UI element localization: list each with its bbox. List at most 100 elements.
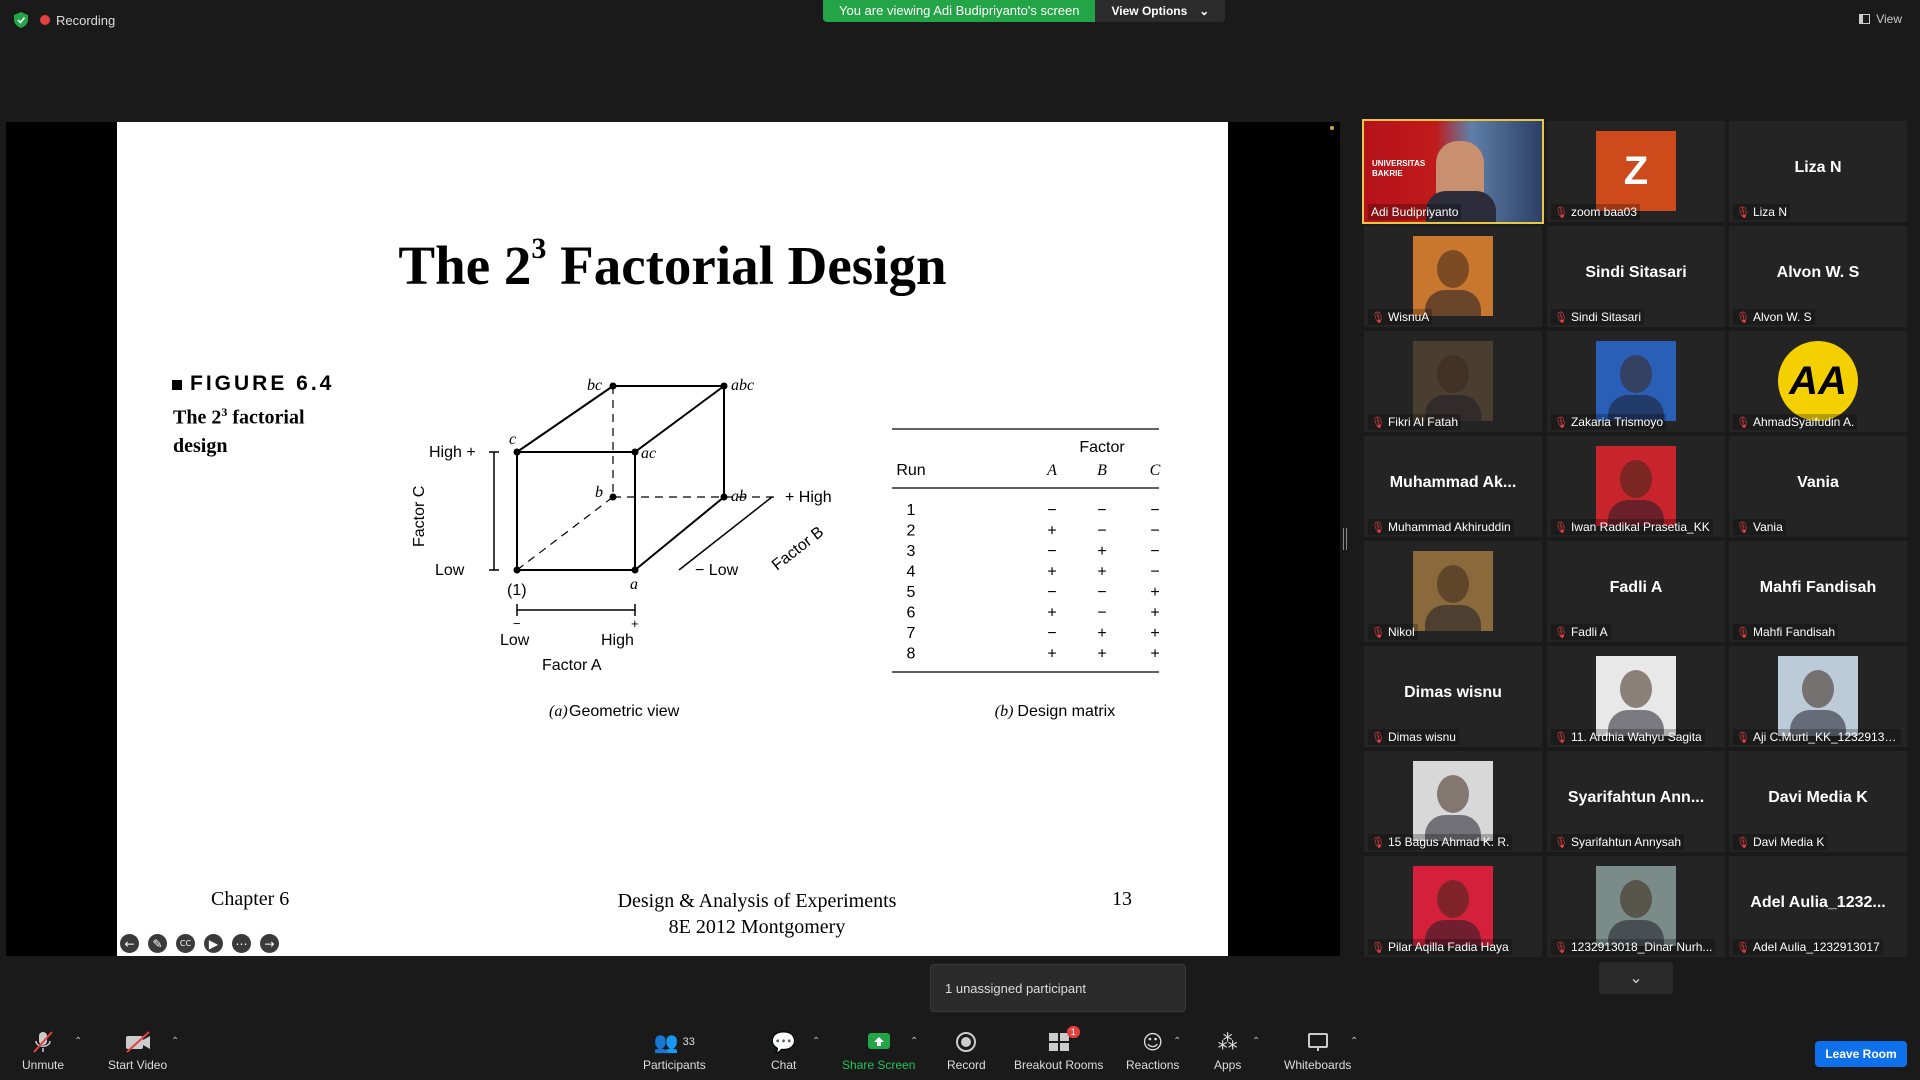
participant-tile[interactable]: Adel Aulia_1232... 🎙 Adel Aulia_1232913017 [1729,856,1907,957]
participant-tile[interactable]: Muhammad Ak... 🎙 Muhammad Akhiruddin [1364,436,1542,537]
whiteboards-options-caret[interactable]: ⌃ [1350,1036,1358,1047]
participant-tile[interactable]: Z 🎙 zoom baa03 [1547,121,1725,222]
whiteboards-button[interactable]: Whiteboards [1284,1030,1351,1072]
participant-tile[interactable]: Syarifahtun Ann... 🎙 Syarifahtun Annysah [1547,751,1725,852]
video-icon[interactable]: ▶ [204,934,223,953]
chat-options-caret[interactable]: ⌃ [812,1036,820,1047]
participant-tile[interactable]: Fadli A 🎙 Fadli A [1547,541,1725,642]
reactions-button[interactable]: ☺ Reactions [1126,1030,1179,1072]
back-icon[interactable]: ← [120,934,139,953]
participant-name-label: 🎙 Pilar Aqilla Fadia Haya [1368,939,1512,955]
matrix-cell: + [1047,564,1056,581]
mic-muted-icon: 🎙 [1371,520,1385,534]
participant-tile[interactable]: Vania 🎙 Vania [1729,436,1907,537]
video-options-caret[interactable]: ⌃ [171,1036,179,1047]
participant-photo [1413,236,1493,316]
unmute-options-caret[interactable]: ⌃ [74,1036,82,1047]
participant-photo [1413,341,1493,421]
mic-muted-icon [31,1030,55,1054]
matrix-cell: − [1047,625,1056,642]
participant-tile[interactable]: 🎙 WisnuA [1364,226,1542,327]
matrix-cell: 1 [907,502,916,519]
shield-icon[interactable] [14,12,28,28]
unmute-button[interactable]: Unmute [22,1030,64,1072]
view-button[interactable]: View [1859,12,1902,26]
share-screen-button[interactable]: Share Screen [842,1030,915,1072]
matrix-cell: 2 [907,523,916,540]
matrix-column-header: B [1097,462,1107,479]
participant-name: Mahfi Fandisah [1752,625,1836,639]
participants-button[interactable]: 👥 33 Participants [643,1030,706,1072]
leave-room-button[interactable]: Leave Room [1815,1041,1907,1067]
more-icon[interactable]: ⋯ [232,934,251,953]
page-number: 13 [1112,888,1132,910]
participant-tile[interactable]: 🎙 Fikri Al Fatah [1364,331,1542,432]
participant-tile[interactable]: Dimas wisnu 🎙 Dimas wisnu [1364,646,1542,747]
matrix-cell: − [1097,523,1106,540]
participant-tile[interactable]: Mahfi Fandisah 🎙 Mahfi Fandisah [1729,541,1907,642]
forward-icon[interactable]: → [260,934,279,953]
pen-icon[interactable]: ✎ [148,934,167,953]
recording-indicator[interactable]: Recording [40,13,115,28]
matrix-cell: + [1150,625,1159,642]
participant-tile[interactable]: Liza N 🎙 Liza N [1729,121,1907,222]
matrix-cell: − [1097,584,1106,601]
share-options-caret[interactable]: ⌃ [910,1036,918,1047]
matrix-cell: + [1097,625,1106,642]
participant-tile[interactable]: 🎙 11. Ardhia Wahyu Sagita [1547,646,1725,747]
participant-tile[interactable]: UNIVERSITASBAKRIE🎙Adi Budipriyanto [1362,119,1544,224]
mic-muted-icon: 🎙 [1371,625,1385,639]
matrix-caption: (b) Design matrix [995,703,1115,720]
view-options-button[interactable]: View Options ⌄ [1095,0,1226,22]
participant-tile[interactable]: Sindi Sitasari 🎙 Sindi Sitasari [1547,226,1725,327]
chat-button[interactable]: 💬 Chat [771,1030,796,1072]
participant-tile[interactable]: 🎙 Pilar Aqilla Fadia Haya [1364,856,1542,957]
participant-tile[interactable]: Alvon W. S 🎙 Alvon W. S [1729,226,1907,327]
video-off-icon [124,1030,152,1054]
mic-muted-icon: 🎙 [1736,730,1750,744]
participant-name-label: 🎙 Fikri Al Fatah [1368,414,1461,430]
matrix-cell: + [1047,605,1056,622]
participant-name: Liza N [1752,205,1787,219]
participant-name-label: 🎙 Liza N [1733,204,1790,220]
participant-name: 11. Ardhia Wahyu Sagita [1570,730,1702,744]
matrix-cell: + [1097,543,1106,560]
vertex-1: (1) [507,582,527,599]
matrix-cell: − [1150,564,1159,581]
participant-tile[interactable]: 🎙 Aji C.Murti_KK_12329130... [1729,646,1907,747]
participant-tile[interactable]: 🎙 15 Bagus Ahmad K. R. [1364,751,1542,852]
mic-muted-icon: 🎙 [1371,310,1385,324]
reactions-icon: ☺ [1142,1030,1164,1054]
high-a-label: High [601,632,634,649]
matrix-cell: 3 [907,543,916,560]
participant-name: Fadli A [1570,625,1608,639]
participant-tile[interactable]: 🎙 1232913018_Dinar Nurh... [1547,856,1725,957]
participant-name: Vania [1752,520,1783,534]
start-video-button[interactable]: Start Video [108,1030,167,1072]
panel-resize-handle[interactable] [1343,528,1347,550]
footer-title: Design & Analysis of Experiments 8E 2012 … [617,890,897,938]
apps-options-caret[interactable]: ⌃ [1252,1036,1260,1047]
participant-name-label: 🎙 AhmadSyaifudin A. [1733,414,1858,430]
participant-tile[interactable]: AA 🎙 AhmadSyaifudin A. [1729,331,1907,432]
plus-a-label: + [631,616,639,631]
apps-button[interactable]: ⁂ Apps [1214,1030,1241,1072]
gallery-expand-button[interactable]: ⌄ [1599,962,1673,994]
matrix-cell: − [1047,584,1056,601]
participant-display-name: Fadli A [1609,579,1663,596]
breakout-rooms-button[interactable]: 1 Breakout Rooms [1014,1026,1103,1072]
participant-name: Pilar Aqilla Fadia Haya [1387,940,1509,954]
participant-tile[interactable]: 🎙 Zakaria Trismoyo [1547,331,1725,432]
participant-tile[interactable]: 🎙 Nikol [1364,541,1542,642]
participant-tile[interactable]: Davi Media K 🎙 Davi Media K [1729,751,1907,852]
cc-icon[interactable]: CC [176,934,195,953]
vertex-bc: bc [587,377,602,394]
reactions-options-caret[interactable]: ⌃ [1173,1036,1181,1047]
participant-name-label: 🎙 Muhammad Akhiruddin [1368,519,1514,535]
matrix-cell: + [1150,584,1159,601]
participant-name-label: 🎙 zoom baa03 [1551,204,1641,220]
participant-tile[interactable]: 🎙 Iwan Radikal Prasetia_KK [1547,436,1725,537]
record-button[interactable]: Record [947,1030,986,1072]
participant-photo [1596,341,1676,421]
participant-name: Aji C.Murti_KK_12329130... [1752,730,1898,744]
